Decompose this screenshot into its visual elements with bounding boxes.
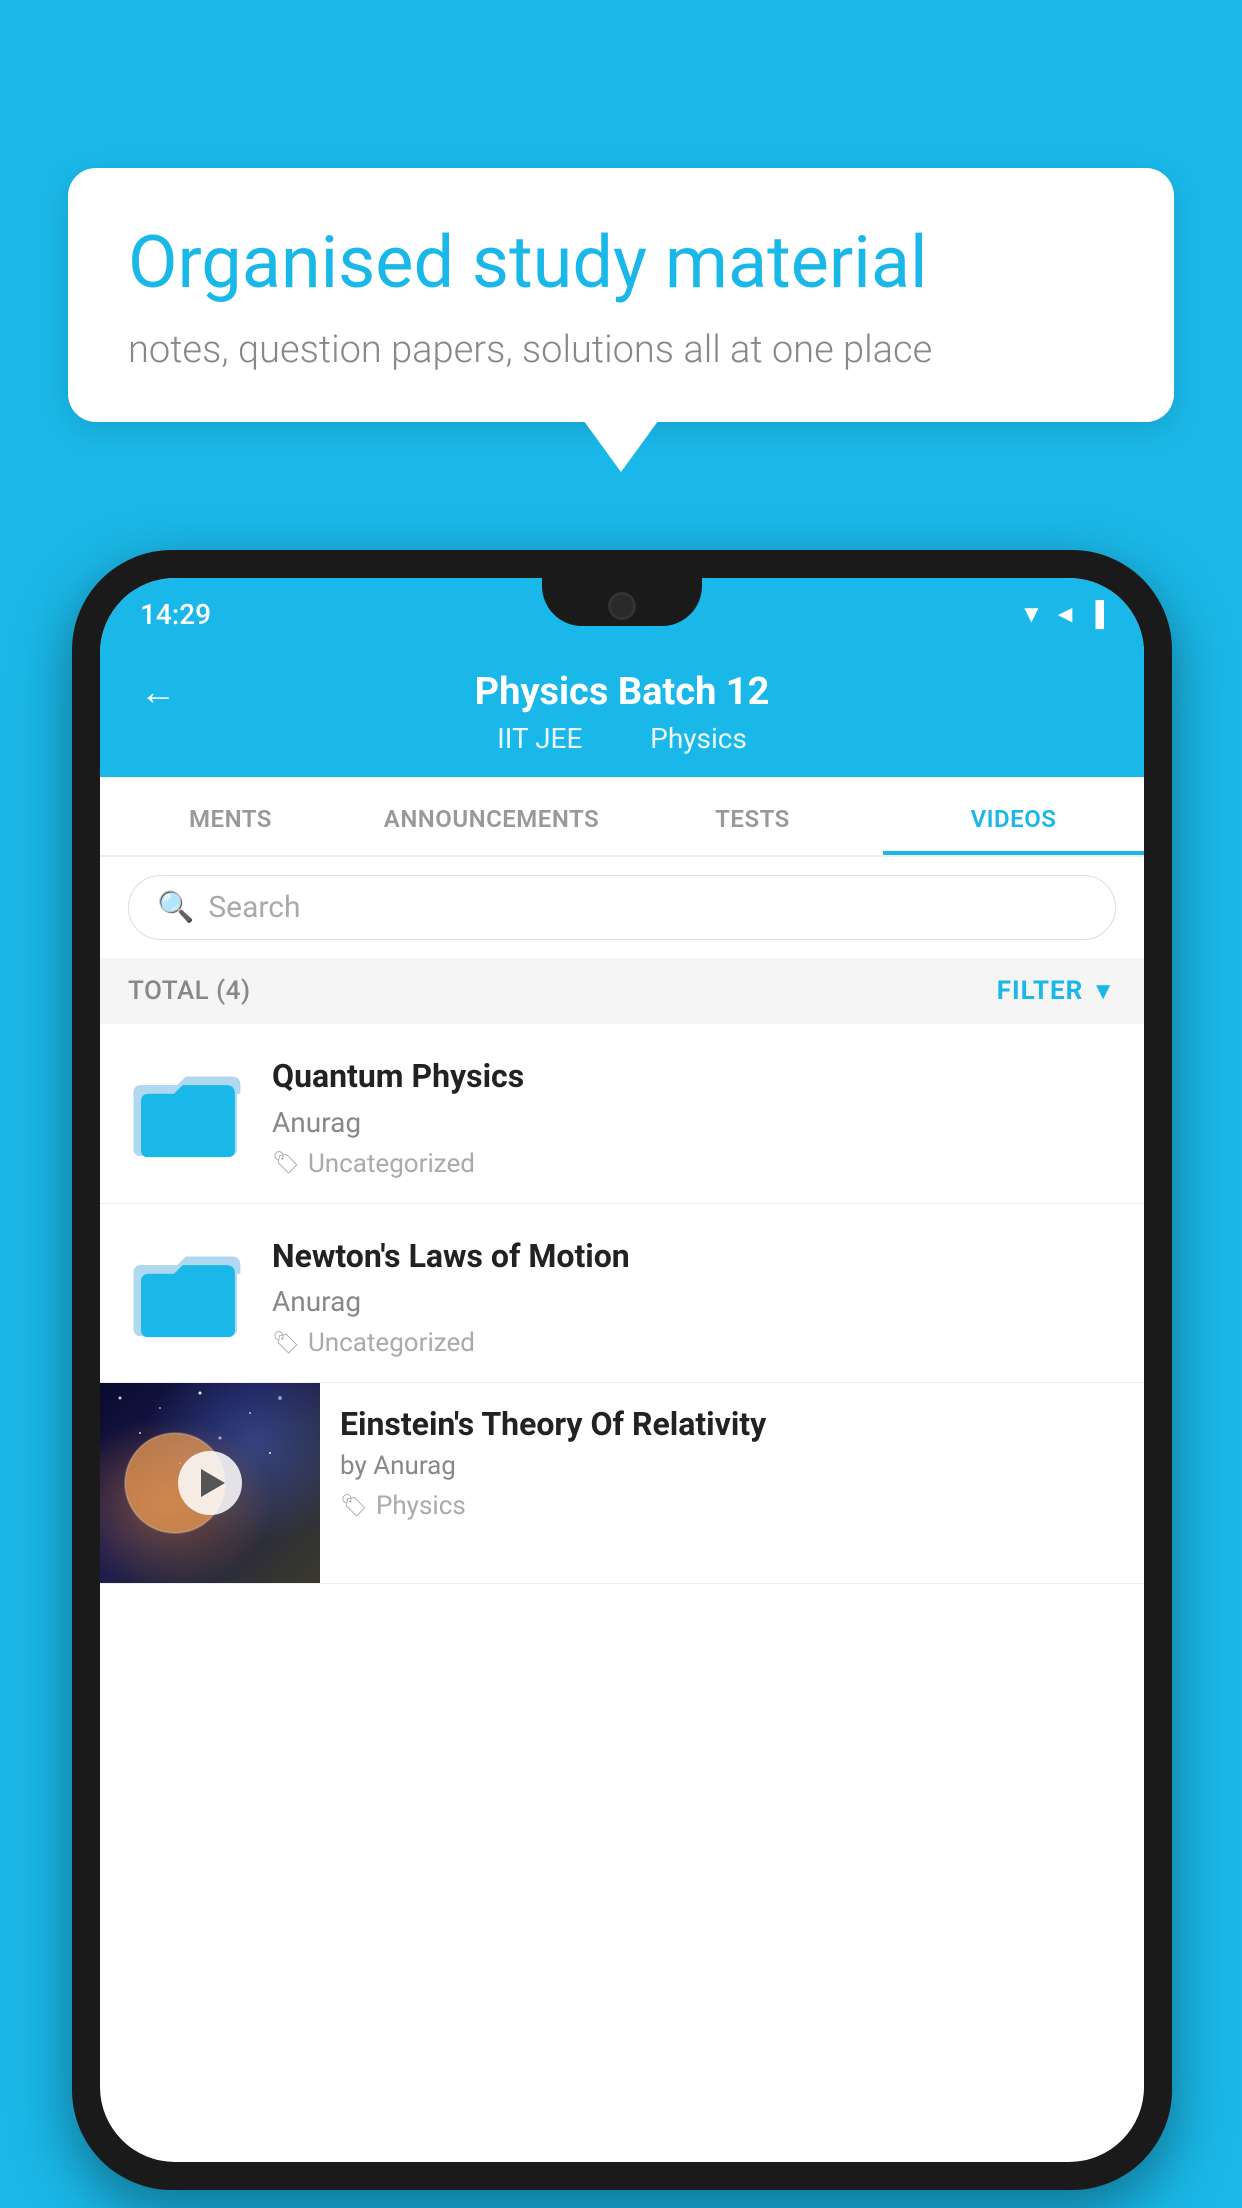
notch (542, 578, 702, 626)
phone-screen: 14:29 ▼ ◄ ▐ ← Physics Batch 12 IIT JEE P… (100, 578, 1144, 2162)
tag-physics: Physics (650, 722, 747, 755)
video-title: Quantum Physics (272, 1056, 1116, 1098)
tag-separator (609, 722, 623, 755)
video-info-newton: Newton's Laws of Motion Anurag 🏷 Uncateg… (272, 1232, 1116, 1359)
tag-label: Uncategorized (308, 1149, 475, 1179)
tabs-bar: MENTS ANNOUNCEMENTS TESTS VIDEOS (100, 777, 1144, 857)
video-tag: 🏷 Physics (340, 1491, 1122, 1521)
search-container: 🔍 Search (100, 857, 1144, 958)
tag-label: Uncategorized (308, 1328, 475, 1358)
tab-tests[interactable]: TESTS (622, 777, 883, 855)
play-icon (201, 1469, 225, 1497)
camera-icon (608, 592, 636, 620)
wifi-icon: ▼ (1019, 600, 1043, 629)
header-title: Physics Batch 12 (475, 670, 770, 714)
tab-announcements[interactable]: ANNOUNCEMENTS (361, 777, 622, 855)
video-author: Anurag (272, 1106, 1116, 1139)
video-author: Anurag (272, 1285, 1116, 1318)
filter-button[interactable]: FILTER ▼ (997, 976, 1116, 1006)
play-button[interactable] (178, 1451, 242, 1515)
status-icons: ▼ ◄ ▐ (1019, 600, 1104, 629)
tab-ments[interactable]: MENTS (100, 777, 361, 855)
video-info-quantum: Quantum Physics Anurag 🏷 Uncategorized (272, 1052, 1116, 1179)
folder-thumb-newton (128, 1232, 248, 1342)
video-title: Newton's Laws of Motion (272, 1236, 1116, 1278)
signal-icon: ◄ (1053, 600, 1077, 629)
video-tag: 🏷 Uncategorized (272, 1149, 1116, 1179)
tag-iit: IIT JEE (497, 722, 582, 755)
video-title: Einstein's Theory Of Relativity (340, 1405, 1122, 1443)
filter-icon: ▼ (1091, 977, 1116, 1006)
header-row: ← Physics Batch 12 (140, 670, 1104, 714)
filter-label: FILTER (997, 976, 1083, 1006)
filter-bar: TOTAL (4) FILTER ▼ (100, 958, 1144, 1024)
tag-icon: 🏷 (272, 1151, 300, 1176)
battery-icon: ▐ (1087, 600, 1104, 629)
header-subtags: IIT JEE Physics (487, 722, 757, 755)
search-bar[interactable]: 🔍 Search (128, 875, 1116, 940)
status-bar: 14:29 ▼ ◄ ▐ (100, 578, 1144, 650)
video-thumbnail-einstein (100, 1383, 320, 1583)
video-tag: 🏷 Uncategorized (272, 1328, 1116, 1358)
list-item[interactable]: Einstein's Theory Of Relativity by Anura… (100, 1383, 1144, 1584)
tab-videos[interactable]: VIDEOS (883, 777, 1144, 855)
app-header: ← Physics Batch 12 IIT JEE Physics (100, 650, 1144, 777)
search-input[interactable]: Search (208, 890, 300, 925)
video-author: by Anurag (340, 1451, 1122, 1481)
folder-thumb-quantum (128, 1052, 248, 1162)
back-button[interactable]: ← (140, 671, 176, 713)
video-list: Quantum Physics Anurag 🏷 Uncategorized (100, 1024, 1144, 1584)
video-info-einstein: Einstein's Theory Of Relativity by Anura… (320, 1383, 1144, 1539)
bubble-title: Organised study material (128, 220, 1114, 306)
phone-frame-wrapper: 14:29 ▼ ◄ ▐ ← Physics Batch 12 IIT JEE P… (72, 550, 1172, 2190)
list-item[interactable]: Quantum Physics Anurag 🏷 Uncategorized (100, 1024, 1144, 1204)
tag-icon: 🏷 (272, 1331, 300, 1356)
search-icon: 🔍 (157, 890, 194, 925)
total-count: TOTAL (4) (128, 976, 251, 1006)
speech-bubble: Organised study material notes, question… (68, 168, 1174, 422)
bubble-subtitle: notes, question papers, solutions all at… (128, 328, 1114, 372)
tag-icon: 🏷 (340, 1494, 368, 1519)
phone-frame: 14:29 ▼ ◄ ▐ ← Physics Batch 12 IIT JEE P… (72, 550, 1172, 2190)
list-item[interactable]: Newton's Laws of Motion Anurag 🏷 Uncateg… (100, 1204, 1144, 1384)
status-time: 14:29 (140, 598, 211, 631)
tag-label: Physics (376, 1491, 466, 1521)
